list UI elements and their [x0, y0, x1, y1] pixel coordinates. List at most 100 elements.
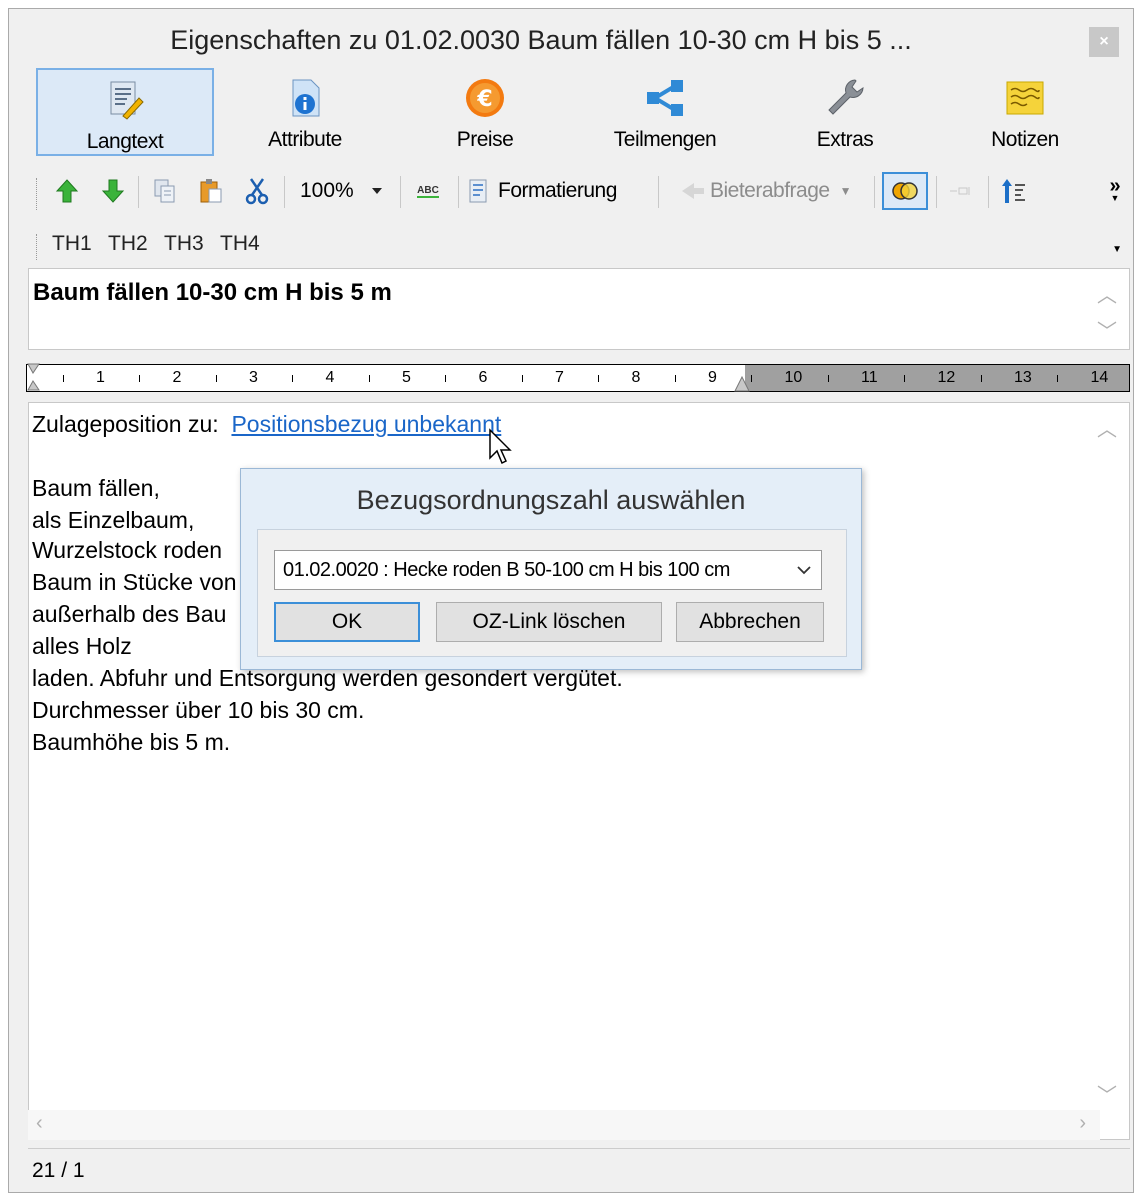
- ruler-tick: [980, 375, 982, 382]
- tab-extras[interactable]: Extras: [756, 68, 934, 156]
- ruler-number: 10: [784, 369, 803, 386]
- tab-langtext[interactable]: Langtext: [36, 68, 214, 156]
- svg-text:€: €: [476, 87, 492, 112]
- paste-button[interactable]: [196, 172, 226, 210]
- window-title: Eigenschaften zu 01.02.0030 Baum fällen …: [170, 25, 912, 55]
- tab-label: Preise: [456, 128, 514, 151]
- short-text-box[interactable]: Baum fällen 10-30 cm H bis 5 m ︿ ﹀: [28, 268, 1130, 350]
- spellcheck-icon: ABC: [417, 184, 439, 198]
- close-button[interactable]: ×: [1089, 27, 1119, 57]
- ruler-number: 14: [1090, 369, 1109, 386]
- wrench-icon: [828, 79, 864, 115]
- overflow-icon: »: [1109, 175, 1121, 197]
- sort-icon: [1002, 179, 1025, 203]
- scissors-icon: [245, 178, 269, 205]
- tab-preise[interactable]: € Preise: [396, 68, 574, 156]
- scroll-up-icon[interactable]: ︿: [1097, 279, 1117, 308]
- text-line: Durchmesser über 10 bis 30 cm.: [32, 697, 365, 723]
- ruler-tick: [904, 375, 906, 382]
- toolbar-overflow-button[interactable]: » ▼: [1106, 172, 1124, 210]
- mouse-cursor-icon: [489, 428, 512, 465]
- separator: [284, 176, 285, 208]
- delete-oz-link-button[interactable]: OZ-Link löschen: [436, 602, 662, 642]
- th2-button[interactable]: TH2: [108, 232, 148, 256]
- ruler-tick: [445, 375, 447, 382]
- insert-field-button[interactable]: [944, 172, 978, 210]
- reference-line: Zulageposition zu: Positionsbezug unbeka…: [32, 411, 501, 438]
- format-label: Formatierung: [498, 179, 617, 202]
- ruler-number: 2: [172, 369, 182, 386]
- position-reference-link[interactable]: Positionsbezug unbekannt: [231, 411, 501, 437]
- toolbar-grip[interactable]: [36, 178, 40, 210]
- copy-icon: [154, 179, 175, 203]
- ruler-tick: [368, 375, 370, 382]
- left-indent-marker[interactable]: [27, 363, 41, 393]
- ok-button[interactable]: OK: [274, 602, 420, 642]
- chevron-down-icon[interactable]: [787, 551, 821, 589]
- text-line: als Einzelbaum,: [32, 507, 195, 533]
- th4-button[interactable]: TH4: [220, 232, 260, 256]
- copy-button[interactable]: [150, 172, 180, 210]
- ruler-tick: [1057, 375, 1059, 382]
- separator: [874, 176, 875, 208]
- arrow-up-icon: [55, 179, 79, 203]
- ruler-tick: [827, 375, 829, 382]
- move-up-button[interactable]: [52, 172, 82, 210]
- scroll-up-icon[interactable]: ︿: [1097, 413, 1117, 442]
- separator: [138, 176, 139, 208]
- ruler-number: 4: [325, 369, 335, 386]
- ribbon: Langtext Attribute € Preise Teilmengen E…: [14, 64, 1124, 162]
- separator: [936, 176, 937, 208]
- cut-button[interactable]: [242, 172, 272, 210]
- tab-attribute[interactable]: Attribute: [216, 68, 394, 156]
- separator: [458, 176, 459, 208]
- reference-select[interactable]: 01.02.0020 : Hecke roden B 50-100 cm H b…: [274, 550, 822, 590]
- cursor-position: 21 / 1: [32, 1159, 85, 1182]
- ruler-tick: [674, 375, 676, 382]
- ruler[interactable]: 1 2 3 4 5 6 7 8 9 10 11 12 13 14: [26, 363, 1130, 393]
- notes-icon: [1006, 81, 1044, 115]
- scroll-left-icon[interactable]: ‹: [36, 1112, 43, 1135]
- zoom-dropdown[interactable]: [364, 172, 390, 210]
- format-button[interactable]: Formatierung: [468, 172, 650, 210]
- th3-button[interactable]: TH3: [164, 232, 204, 256]
- ruler-tick: [598, 375, 600, 382]
- dialog-body: 01.02.0020 : Hecke roden B 50-100 cm H b…: [257, 529, 847, 657]
- right-indent-marker[interactable]: [733, 375, 751, 393]
- horizontal-scrollbar[interactable]: ‹ ›: [28, 1110, 1100, 1140]
- ruler-number: 9: [708, 369, 717, 386]
- scroll-right-icon[interactable]: ›: [1079, 1112, 1086, 1135]
- ruler-number: 12: [937, 369, 956, 386]
- ruler-number: 7: [555, 369, 564, 386]
- sort-button[interactable]: [996, 172, 1032, 210]
- ruler-tick: [139, 375, 141, 382]
- scroll-down-icon[interactable]: ﹀: [1097, 315, 1117, 344]
- bidder-query-button[interactable]: Bieterabfrage ▼: [680, 172, 870, 210]
- zoom-value[interactable]: 100%: [294, 172, 362, 210]
- euro-icon: €: [466, 79, 504, 117]
- spellcheck-button[interactable]: ABC: [408, 172, 448, 210]
- tab-notizen[interactable]: Notizen: [936, 68, 1114, 156]
- tab-label: Teilmengen: [613, 128, 717, 151]
- compare-toggle[interactable]: [882, 172, 928, 210]
- toolbar: 100% ABC Formatierung Bieterabfrage ▼ » …: [26, 168, 1126, 218]
- tab-teilmengen[interactable]: Teilmengen: [576, 68, 754, 156]
- chevron-down-icon[interactable]: ▼: [1112, 244, 1122, 255]
- heading-tag-bar: TH1 TH2 TH3 TH4 ▼: [26, 222, 1126, 266]
- reference-prefix: Zulageposition zu:: [32, 411, 219, 437]
- ruler-tick: [215, 375, 217, 382]
- separator: [658, 176, 659, 208]
- bidder-query-icon: [682, 183, 704, 199]
- ruler-tick: [521, 375, 523, 382]
- th1-button[interactable]: TH1: [52, 232, 92, 256]
- ruler-number: 3: [249, 369, 258, 386]
- toolbar-grip[interactable]: [36, 234, 40, 260]
- scroll-down-icon[interactable]: ﹀: [1097, 1079, 1117, 1108]
- ruler-number: 13: [1014, 369, 1032, 386]
- move-down-button[interactable]: [98, 172, 128, 210]
- text-line: Baum fällen,: [32, 475, 160, 501]
- text-line: Wurzelstock roden: [32, 537, 223, 563]
- chevron-down-icon: [372, 188, 382, 194]
- cancel-button[interactable]: Abbrechen: [676, 602, 824, 642]
- tab-label: Attribute: [268, 128, 342, 151]
